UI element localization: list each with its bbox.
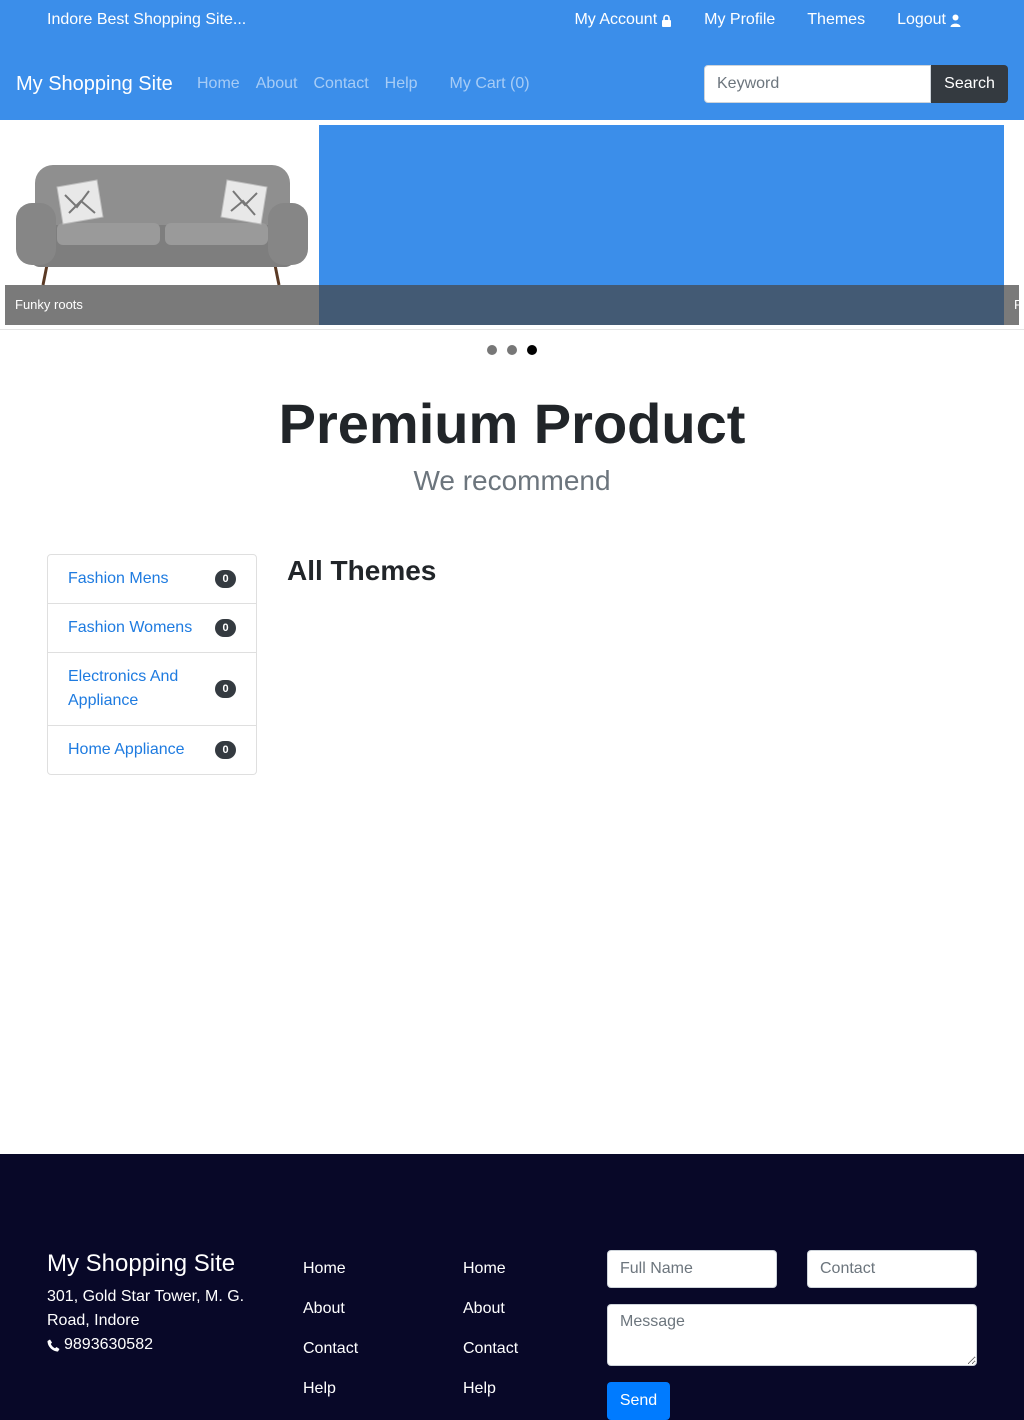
footer-link-about[interactable]: About — [463, 1298, 518, 1320]
my-account-label: My Account — [574, 11, 658, 28]
user-icon — [950, 14, 961, 27]
count-badge: 0 — [215, 741, 236, 759]
footer-link-home[interactable]: Home — [463, 1258, 518, 1280]
lock-icon — [662, 14, 672, 27]
footer-link-contact[interactable]: Contact — [303, 1338, 358, 1360]
contact-field[interactable] — [807, 1250, 977, 1288]
list-item: Home Appliance 0 — [48, 726, 256, 774]
page-subtitle: We recommend — [413, 465, 611, 496]
category-link[interactable]: Fashion Womens — [68, 619, 192, 636]
my-account-link[interactable]: My Account — [574, 10, 672, 30]
list-item: Fashion Womens 0 — [48, 604, 256, 653]
footer-address: 301, Gold Star Tower, M. G. Road, Indore — [47, 1288, 245, 1329]
carousel-dot-active[interactable] — [527, 345, 537, 355]
carousel-dot[interactable] — [487, 345, 497, 355]
list-item: Electronics And Appliance 0 — [48, 653, 256, 726]
phone-icon — [47, 1339, 60, 1351]
carousel-indicators — [0, 345, 1024, 355]
section-title: All Themes — [287, 555, 437, 586]
footer-links-2: Home About Contact Help — [463, 1258, 518, 1418]
footer-link-contact[interactable]: Contact — [463, 1338, 518, 1360]
count-badge: 0 — [215, 680, 236, 698]
count-badge: 0 — [215, 619, 236, 637]
nav-about[interactable]: About — [256, 74, 298, 94]
caption-next-text: F — [1014, 297, 1022, 312]
main-nav: Home About Contact Help My Cart (0) — [197, 74, 546, 94]
top-links: My Account My Profile Themes Logout — [542, 10, 961, 30]
full-name-field[interactable] — [607, 1250, 777, 1288]
category-link[interactable]: Electronics And Appliance — [68, 668, 178, 709]
search-input[interactable] — [704, 65, 931, 103]
caption-text: Funky roots — [15, 297, 83, 312]
product-carousel[interactable]: Funky roots F — [0, 120, 1024, 330]
send-button[interactable]: Send — [607, 1382, 670, 1420]
footer-brand: My Shopping Site — [47, 1250, 236, 1277]
nav-contact[interactable]: Contact — [314, 74, 369, 94]
carousel-caption: Funky roots F — [5, 285, 1022, 325]
phone-number: 9893630582 — [64, 1336, 153, 1353]
search-button[interactable]: Search — [931, 65, 1008, 103]
footer-links-1: Home About Contact Help — [303, 1258, 358, 1418]
nav-help[interactable]: Help — [385, 74, 418, 94]
my-profile-link[interactable]: My Profile — [704, 10, 775, 30]
footer-link-help[interactable]: Help — [463, 1378, 518, 1400]
nav-home[interactable]: Home — [197, 74, 240, 94]
message-field[interactable] — [607, 1304, 977, 1366]
footer-phone: 9893630582 — [47, 1333, 153, 1357]
category-list: Fashion Mens 0 Fashion Womens 0 Electron… — [47, 554, 257, 775]
logout-link[interactable]: Logout — [897, 10, 961, 30]
page-title: Premium Product — [278, 392, 746, 455]
count-badge: 0 — [215, 570, 236, 588]
themes-link[interactable]: Themes — [807, 10, 865, 30]
site-tagline: Indore Best Shopping Site... — [47, 11, 247, 28]
footer-link-home[interactable]: Home — [303, 1258, 358, 1280]
carousel-dot[interactable] — [507, 345, 517, 355]
header: Indore Best Shopping Site... My Account … — [0, 0, 1024, 120]
footer: My Shopping Site 301, Gold Star Tower, M… — [0, 1154, 1024, 1420]
list-item: Fashion Mens 0 — [48, 555, 256, 604]
footer-link-about[interactable]: About — [303, 1298, 358, 1320]
brand-logo[interactable]: My Shopping Site — [16, 72, 173, 96]
footer-link-help[interactable]: Help — [303, 1378, 358, 1400]
category-link[interactable]: Fashion Mens — [68, 570, 169, 587]
nav-cart[interactable]: My Cart (0) — [450, 74, 530, 94]
logout-label: Logout — [897, 11, 946, 28]
category-link[interactable]: Home Appliance — [68, 741, 185, 758]
